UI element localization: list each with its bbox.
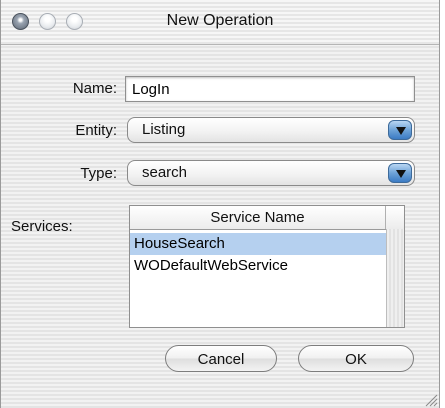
chevron-down-icon[interactable] [388, 163, 412, 183]
name-input[interactable] [125, 76, 415, 102]
table-scrollbar[interactable] [386, 229, 404, 327]
entity-label: Entity: [75, 122, 117, 139]
cancel-button[interactable]: Cancel [165, 345, 277, 372]
type-popup-value: search [142, 164, 188, 181]
table-row[interactable]: HouseSearch [130, 233, 386, 255]
ok-button[interactable]: OK [298, 345, 414, 372]
name-label: Name: [72, 80, 117, 97]
type-label: Type: [80, 165, 117, 182]
resize-grip-icon[interactable] [424, 393, 438, 407]
entity-popup[interactable]: Listing [127, 117, 415, 143]
table-corner [386, 206, 404, 229]
window-title: New Operation [166, 12, 274, 29]
column-header-service-name[interactable]: Service Name [130, 206, 386, 229]
table-row[interactable]: WODefaultWebService [130, 255, 386, 277]
entity-popup-value: Listing [142, 121, 186, 138]
services-table[interactable]: Service Name HouseSearch WODefaultWebSer… [129, 205, 405, 328]
window-edge [440, 0, 445, 408]
type-popup[interactable]: search [127, 160, 415, 186]
dialog-window: New Operation Name: Entity: Listing Type… [0, 0, 440, 408]
title-bar[interactable]: New Operation [1, 0, 439, 45]
table-header: Service Name [130, 206, 404, 230]
chevron-down-icon[interactable] [388, 120, 412, 140]
services-label: Services: [11, 218, 73, 235]
